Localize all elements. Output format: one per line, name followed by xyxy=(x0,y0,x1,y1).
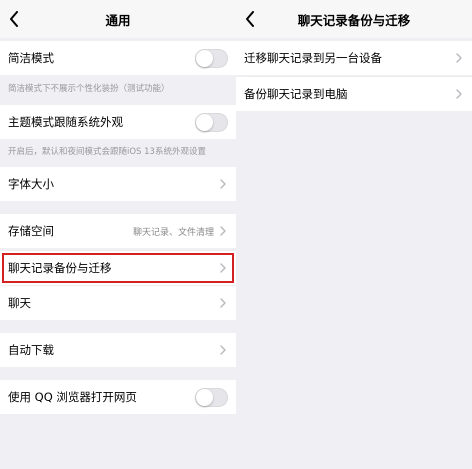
migrate-row[interactable]: 迁移聊天记录到另一台设备 xyxy=(236,41,472,75)
back-chevron-icon xyxy=(10,11,18,27)
font-size-label: 字体大小 xyxy=(8,177,54,191)
chat-backup-panel: 聊天记录备份与迁移 迁移聊天记录到另一台设备 备份聊天记录到电脑 xyxy=(236,0,472,469)
chevron-right-icon xyxy=(220,298,228,308)
back-button[interactable] xyxy=(4,9,24,29)
page-title: 聊天记录备份与迁移 xyxy=(297,12,411,28)
chevron-right-icon xyxy=(220,263,228,273)
chevron-right-icon xyxy=(456,89,464,99)
theme-follow-hint: 开启后，默认和夜间模式会跟随iOS 13系统外观设置 xyxy=(8,147,206,157)
storage-value: 聊天记录、文件清理 xyxy=(132,227,214,238)
theme-follow-toggle[interactable] xyxy=(195,112,228,132)
simple-mode-label: 简洁模式 xyxy=(8,51,54,65)
qq-browser-toggle[interactable] xyxy=(195,387,228,407)
chat-label: 聊天 xyxy=(8,296,31,310)
simple-mode-hint: 简洁模式下不展示个性化装扮（测试功能） xyxy=(8,84,170,94)
auto-download-row[interactable]: 自动下载 xyxy=(0,333,236,367)
nav-bar: 聊天记录备份与迁移 xyxy=(236,0,472,38)
backup-pc-label: 备份聊天记录到电脑 xyxy=(244,87,348,101)
back-button[interactable] xyxy=(240,9,260,29)
font-size-row[interactable]: 字体大小 xyxy=(0,167,236,201)
theme-follow-row: 主题模式跟随系统外观 xyxy=(0,105,236,139)
storage-row[interactable]: 存储空间 聊天记录、文件清理 xyxy=(0,214,236,248)
backup-pc-row[interactable]: 备份聊天记录到电脑 xyxy=(236,77,472,111)
chevron-right-icon xyxy=(220,345,228,355)
chevron-right-icon xyxy=(220,179,228,189)
qq-browser-label: 使用 QQ 浏览器打开网页 xyxy=(8,390,137,404)
toggle-knob xyxy=(196,388,213,406)
general-settings-panel: 通用 简洁模式 简洁模式下不展示个性化装扮（测试功能） 主题模式跟随系统外观 开… xyxy=(0,0,236,469)
auto-download-label: 自动下载 xyxy=(8,343,54,357)
storage-label: 存储空间 xyxy=(8,224,54,238)
chevron-right-icon xyxy=(220,226,228,236)
nav-bar: 通用 xyxy=(0,0,236,38)
back-chevron-icon xyxy=(246,11,254,27)
chat-backup-row[interactable]: 聊天记录备份与迁移 xyxy=(0,251,236,285)
page-title: 通用 xyxy=(105,12,131,28)
chat-backup-label: 聊天记录备份与迁移 xyxy=(8,261,112,275)
toggle-knob xyxy=(196,113,213,131)
migrate-label: 迁移聊天记录到另一台设备 xyxy=(244,51,382,65)
chevron-right-icon xyxy=(456,53,464,63)
theme-follow-label: 主题模式跟随系统外观 xyxy=(8,115,123,129)
qq-browser-row: 使用 QQ 浏览器打开网页 xyxy=(0,380,236,414)
chat-row[interactable]: 聊天 xyxy=(0,286,236,320)
toggle-knob xyxy=(196,49,213,67)
simple-mode-row: 简洁模式 xyxy=(0,41,236,75)
simple-mode-toggle[interactable] xyxy=(195,48,228,68)
